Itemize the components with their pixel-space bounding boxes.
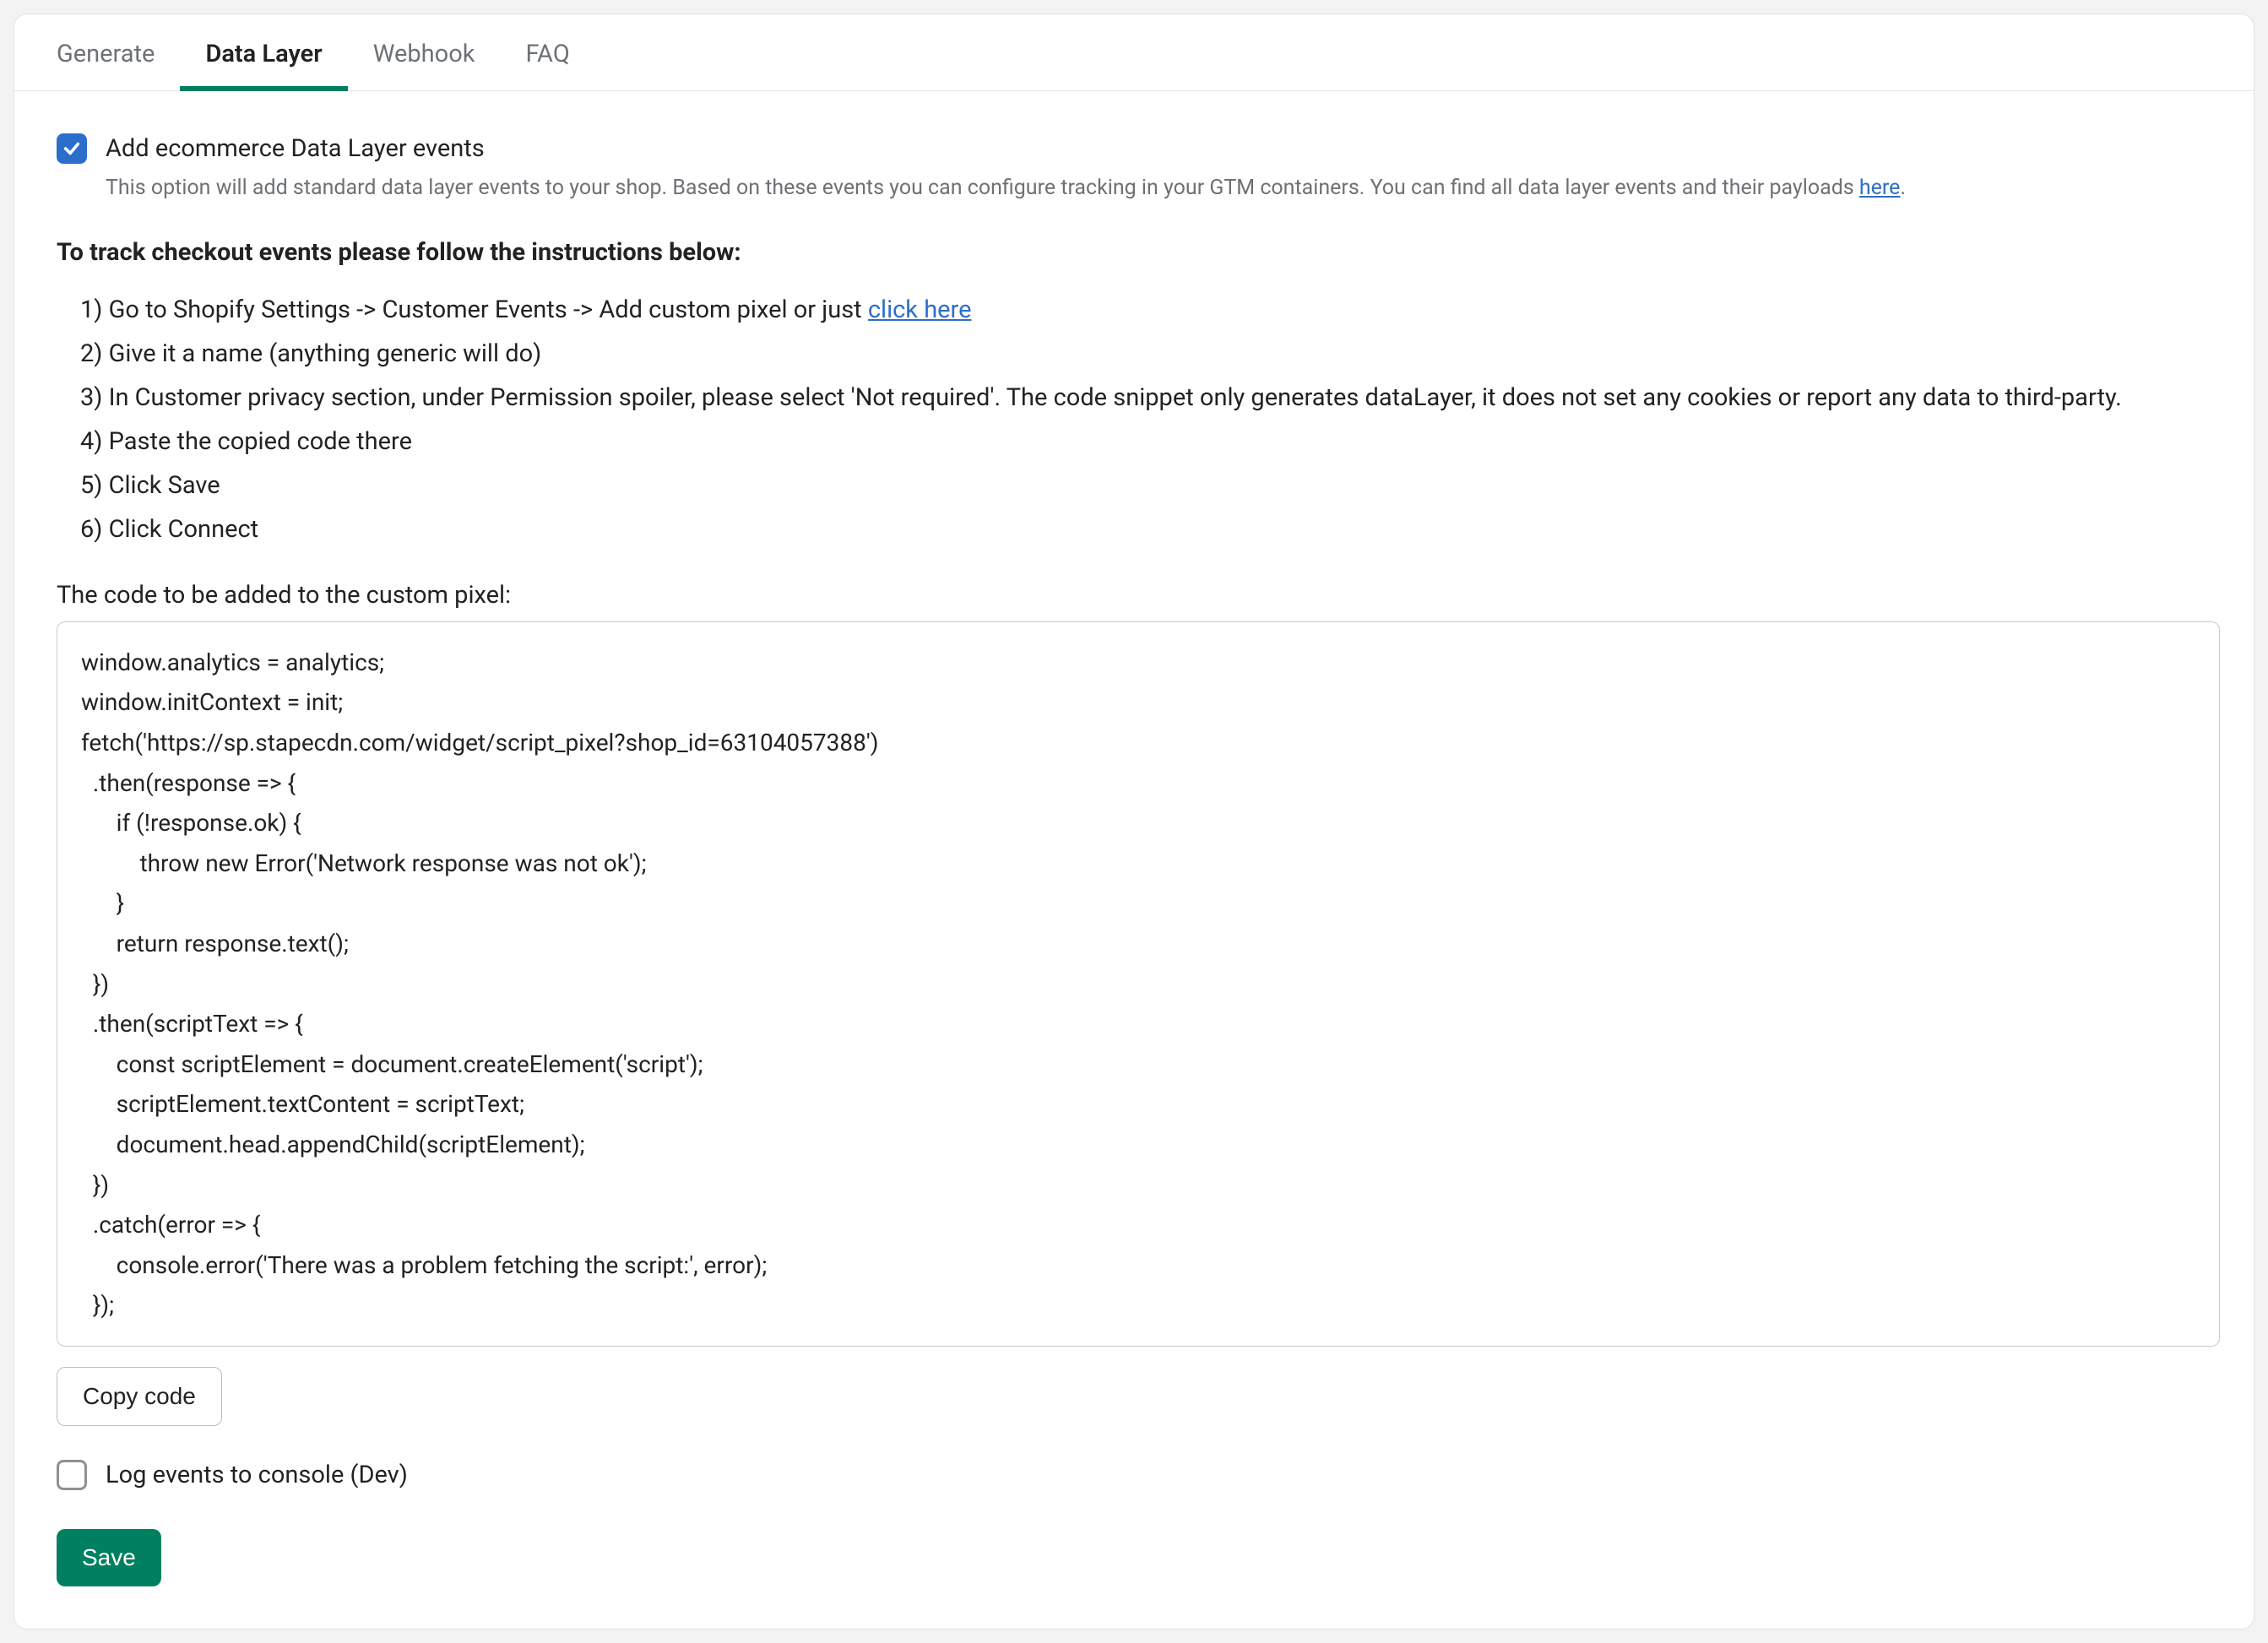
step-2: 2) Give it a name (anything generic will… (80, 336, 2220, 371)
tab-data-layer[interactable]: Data Layer (205, 14, 322, 90)
step-5: 5) Click Save (80, 468, 2220, 503)
step-1: 1) Go to Shopify Settings -> Customer Ev… (80, 292, 2220, 328)
tab-generate[interactable]: Generate (57, 14, 155, 90)
step-4: 4) Paste the copied code there (80, 424, 2220, 459)
instructions-heading: To track checkout events please follow t… (57, 238, 2220, 267)
add-events-label: Add ecommerce Data Layer events (106, 134, 485, 163)
instructions-list: 1) Go to Shopify Settings -> Customer Ev… (80, 292, 2220, 547)
log-events-checkbox[interactable] (57, 1460, 87, 1490)
helper-text-pre: This option will add standard data layer… (106, 176, 1859, 200)
add-events-checkbox[interactable] (57, 133, 87, 164)
code-label: The code to be added to the custom pixel… (57, 581, 2220, 610)
helper-text-post: . (1900, 176, 1906, 200)
step-1-text: 1) Go to Shopify Settings -> Customer Ev… (80, 296, 868, 324)
tab-content: Add ecommerce Data Layer events This opt… (14, 91, 2254, 1629)
tab-webhook[interactable]: Webhook (373, 14, 475, 90)
settings-card: Generate Data Layer Webhook FAQ Add ecom… (14, 14, 2254, 1629)
step-1-link[interactable]: click here (868, 296, 972, 324)
add-events-helper: This option will add standard data layer… (106, 172, 2220, 204)
add-events-row: Add ecommerce Data Layer events (57, 133, 2220, 164)
code-box[interactable]: window.analytics = analytics; window.ini… (57, 621, 2220, 1347)
log-events-row: Log events to console (Dev) (57, 1460, 2220, 1490)
copy-code-button[interactable]: Copy code (57, 1367, 222, 1426)
tab-faq[interactable]: FAQ (525, 14, 569, 90)
step-6: 6) Click Connect (80, 512, 2220, 547)
step-3: 3) In Customer privacy section, under Pe… (80, 380, 2220, 415)
save-button[interactable]: Save (57, 1529, 161, 1586)
helper-here-link[interactable]: here (1859, 176, 1901, 200)
log-events-label: Log events to console (Dev) (106, 1461, 408, 1489)
tabs-bar: Generate Data Layer Webhook FAQ (14, 14, 2254, 91)
checkmark-icon (62, 139, 81, 158)
